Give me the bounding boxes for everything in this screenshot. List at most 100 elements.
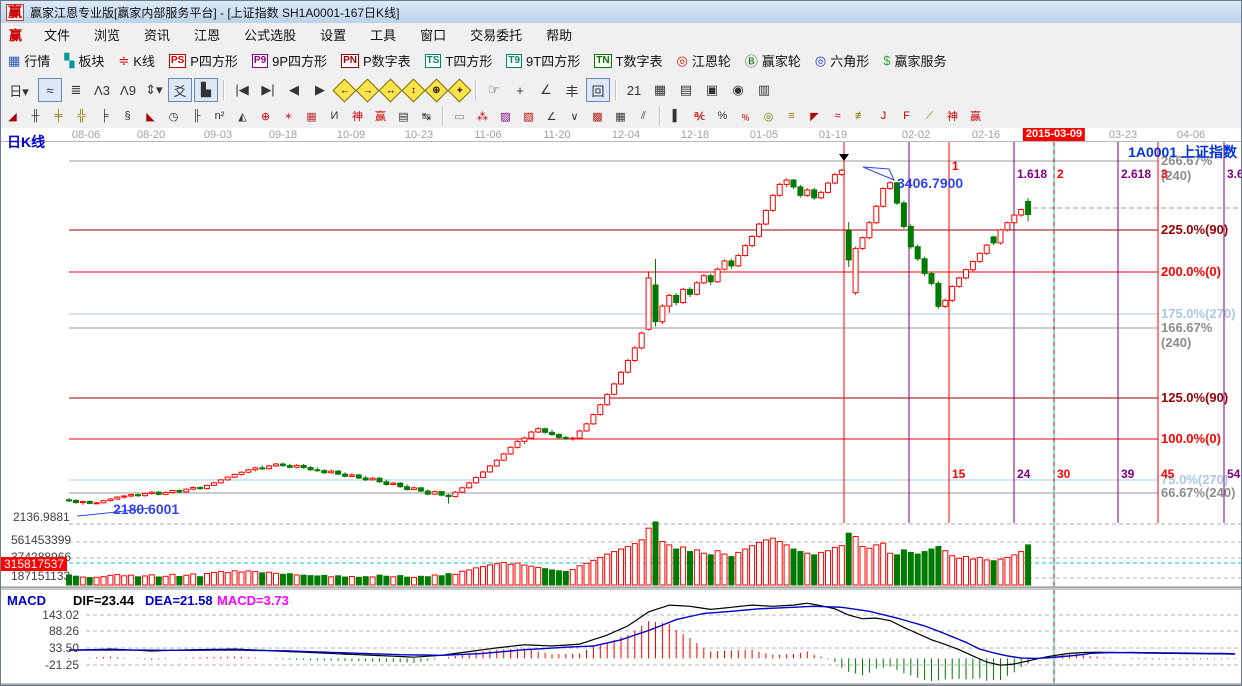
retrace-percent-tool[interactable]: ℀ xyxy=(689,106,710,126)
shen-tool[interactable]: 神 xyxy=(347,106,368,126)
gann-wheel-button[interactable]: ◎江恩轮 xyxy=(672,49,736,72)
info-list-button[interactable]: ≣ xyxy=(64,78,88,102)
trend-overlay-button[interactable]: ≈ xyxy=(38,78,62,102)
shen-slash-tool[interactable]: 神 xyxy=(942,106,963,126)
menu-item-10[interactable]: 帮助 xyxy=(534,23,584,46)
quotes-button[interactable]: ▦行情 xyxy=(3,49,55,72)
period-day-dropdown[interactable]: 日▾ xyxy=(2,78,36,102)
menu-item-1[interactable]: 文件 xyxy=(32,23,82,46)
golden-slash-tool[interactable]: ⟋ xyxy=(919,106,940,126)
workstation-button[interactable]: ▥ xyxy=(752,78,776,102)
sectors-button[interactable]: ▚板块 xyxy=(59,49,109,72)
save-button[interactable]: ▣ xyxy=(700,78,724,102)
j-line-tool[interactable]: J xyxy=(873,106,894,126)
crosshair-button[interactable]: + xyxy=(508,78,532,102)
red-brush-tool[interactable]: ◢ xyxy=(2,106,23,126)
ray-fan-tool[interactable]: ⁂ xyxy=(472,106,493,126)
t-square-button[interactable]: TST四方形 xyxy=(420,49,498,72)
brush-icon: ◢ xyxy=(8,110,16,123)
ying-tool[interactable]: 赢 xyxy=(370,106,391,126)
time-circle-tool[interactable]: ◷ xyxy=(163,106,184,126)
pan-right-button[interactable]: → xyxy=(355,78,379,102)
first-page-button[interactable]: |◀ xyxy=(230,78,254,102)
date-tick-label: 11-06 xyxy=(474,129,501,141)
wave-mark-tool[interactable]: И xyxy=(324,106,345,126)
column-stat-tool[interactable]: ▌ xyxy=(666,106,687,126)
next-page-button[interactable]: ▶ xyxy=(308,78,332,102)
9t-square-button[interactable]: T99T四方形 xyxy=(501,49,585,72)
menu-item-8[interactable]: 窗口 xyxy=(408,23,458,46)
menu-item-7[interactable]: 工具 xyxy=(358,23,408,46)
ruler123-tool[interactable]: ▤ xyxy=(393,106,414,126)
marker-pen-tool[interactable]: ◤ xyxy=(804,106,825,126)
calendar21-button[interactable]: 21 xyxy=(622,78,646,102)
time-comb-tool[interactable]: ╟ xyxy=(186,106,207,126)
last-page-button[interactable]: ▶| xyxy=(256,78,280,102)
golden-grid-tool[interactable]: ╪ xyxy=(48,106,69,126)
zigzag-tool[interactable]: ∨ xyxy=(564,106,585,126)
zoom-fit-button[interactable]: + xyxy=(447,78,471,102)
wave3-button[interactable]: Λ3 xyxy=(90,78,114,102)
title-bar[interactable]: 赢 赢家江恩专业版[赢家内部服务平台] - [上证指数 SH1A0001-167… xyxy=(1,1,1242,24)
menu-item-3[interactable]: 资讯 xyxy=(132,23,182,46)
memo-button[interactable]: ▤ xyxy=(674,78,698,102)
winner-wheel-button[interactable]: Ⓑ赢家轮 xyxy=(740,49,806,72)
golden-grid2-tool[interactable]: ╬ xyxy=(71,106,92,126)
box-select-tool[interactable]: ▭ xyxy=(449,106,470,126)
red-pen-tool[interactable]: ◣ xyxy=(140,106,161,126)
kline-button[interactable]: ≑K线 xyxy=(113,49,160,72)
trend-angle-tool[interactable]: ∠ xyxy=(541,106,562,126)
golden-circle-tool[interactable]: ◎ xyxy=(758,106,779,126)
wave9-button[interactable]: Λ9 xyxy=(116,78,140,102)
grid-dark-tool[interactable]: ▦ xyxy=(610,106,631,126)
gann-grid-tool[interactable]: ╫ xyxy=(25,106,46,126)
percent-line-tool[interactable]: ﹪ xyxy=(735,106,756,126)
gann-shape-button[interactable]: 丰 xyxy=(560,78,584,102)
hexagon-button[interactable]: ◎六角形 xyxy=(810,49,874,72)
purple-shape-icon: 丰 xyxy=(565,81,578,100)
prev-page-button[interactable]: ◀ xyxy=(282,78,306,102)
browser-button[interactable]: ◉ xyxy=(726,78,750,102)
winner-service-button[interactable]: $赢家服务 xyxy=(878,49,951,72)
star-grid-tool[interactable]: ✶ xyxy=(278,106,299,126)
gann-pattern-button[interactable]: 爻 xyxy=(168,78,192,102)
brain-button[interactable]: 回 xyxy=(586,78,610,102)
menu-item-5[interactable]: 公式选股 xyxy=(232,23,308,46)
candle-style-dropdown[interactable]: ⇕▾ xyxy=(142,78,166,102)
f-line-tool[interactable]: F xyxy=(896,106,917,126)
golden-line-tool[interactable]: ≡ xyxy=(781,106,802,126)
menu-item-4[interactable]: 江恩 xyxy=(182,23,232,46)
spiral-tool[interactable]: § xyxy=(117,106,138,126)
menu-item-6[interactable]: 设置 xyxy=(308,23,358,46)
p-number-table-button[interactable]: PNP数字表 xyxy=(336,49,416,72)
pan-left-button[interactable]: ← xyxy=(332,78,356,102)
mirror-angle-tool[interactable]: ◭ xyxy=(232,106,253,126)
price-ruler-tool[interactable]: ╞ xyxy=(94,106,115,126)
zoom-v-button[interactable]: ↕ xyxy=(401,78,425,102)
circle-cross-tool[interactable]: ⊕ xyxy=(255,106,276,126)
hand-tool-button[interactable]: ☞ xyxy=(482,78,506,102)
golden-angle-tool[interactable]: ≢ xyxy=(850,106,871,126)
percent-tool[interactable]: % xyxy=(712,106,733,126)
span-arrow-tool[interactable]: ↹ xyxy=(416,106,437,126)
p-square-button[interactable]: PSP四方形 xyxy=(164,49,243,72)
zoom-all-button[interactable]: ⊕ xyxy=(424,78,448,102)
parallel-tool[interactable]: ⫽ xyxy=(633,106,654,126)
grid-red-tool[interactable]: ▩ xyxy=(587,106,608,126)
net-grid-tool[interactable]: ▦ xyxy=(301,106,322,126)
fan-box-tool[interactable]: ▨ xyxy=(495,106,516,126)
9p-square-button[interactable]: P99P四方形 xyxy=(247,49,332,72)
menu-item-2[interactable]: 浏览 xyxy=(82,23,132,46)
volume-axis-label: 561453399 xyxy=(11,533,71,547)
fan-lines-tool[interactable]: ▧ xyxy=(518,106,539,126)
red-pattern-icon: 爻 xyxy=(173,81,186,100)
ying-slash-tool[interactable]: 赢 xyxy=(965,106,986,126)
t-number-table-button[interactable]: TNT数字表 xyxy=(589,49,667,72)
wave-band-tool[interactable]: ≈ xyxy=(827,106,848,126)
zoom-h-button[interactable]: ↔ xyxy=(378,78,402,102)
volume-profile-button[interactable]: ▙ xyxy=(194,78,218,102)
menu-item-9[interactable]: 交易委托 xyxy=(458,23,534,46)
angle-tool-button[interactable]: ∠ xyxy=(534,78,558,102)
calculator-button[interactable]: ▦ xyxy=(648,78,672,102)
n-square-tool[interactable]: n² xyxy=(209,106,230,126)
